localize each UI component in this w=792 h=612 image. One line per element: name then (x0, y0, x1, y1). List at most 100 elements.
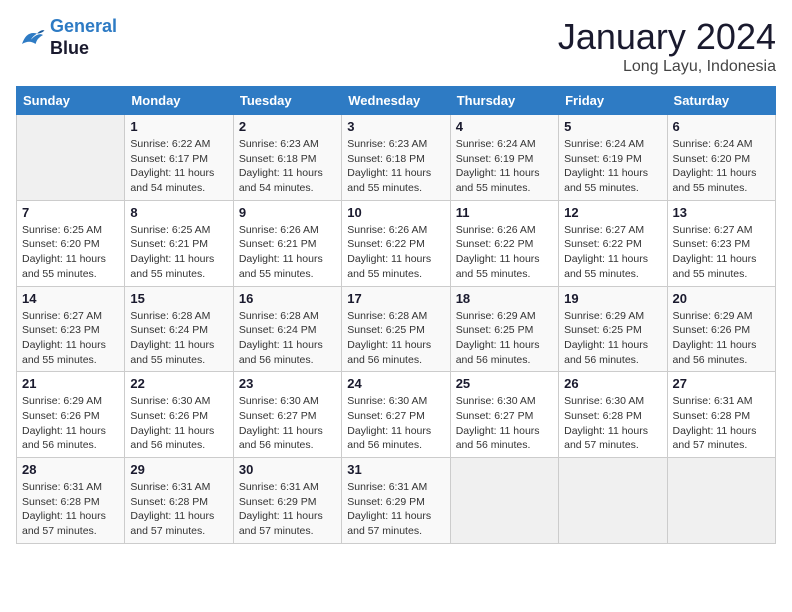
month-title: January 2024 (558, 16, 776, 58)
day-info: Sunrise: 6:30 AM Sunset: 6:28 PM Dayligh… (564, 394, 661, 453)
day-number: 8 (130, 205, 227, 220)
calendar-cell: 30Sunrise: 6:31 AM Sunset: 6:29 PM Dayli… (233, 458, 341, 544)
calendar-cell: 28 Sunrise: 6:31 AM Sunset: 6:28 PM Dayli… (17, 458, 125, 544)
calendar-cell: 11 Sunrise: 6:26 AM Sunset: 6:22 PM Dayli… (450, 200, 558, 286)
logo-line1: General (50, 16, 117, 36)
calendar-cell (667, 458, 775, 544)
day-number: 19 (564, 291, 661, 306)
day-info: Sunrise: 6:24 AM Sunset: 6:19 PM Dayligh… (456, 137, 553, 196)
logo-bird-icon (16, 23, 46, 53)
day-number: 13 (673, 205, 770, 220)
day-number: 28 (22, 462, 119, 477)
day-number: 22 (130, 376, 227, 391)
calendar-body: 1Sunrise: 6:22 AM Sunset: 6:17 PM Daylig… (17, 115, 776, 544)
calendar-cell: 4 Sunrise: 6:24 AM Sunset: 6:19 PM Daylig… (450, 115, 558, 201)
weekday-header: Sunday (17, 87, 125, 115)
day-info: Sunrise: 6:22 AM Sunset: 6:17 PM Dayligh… (130, 137, 227, 196)
day-info: Sunrise: 6:23 AM Sunset: 6:18 PM Dayligh… (347, 137, 444, 196)
calendar-cell: 22 Sunrise: 6:30 AM Sunset: 6:26 PM Dayli… (125, 372, 233, 458)
day-number: 24 (347, 376, 444, 391)
weekday-header: Wednesday (342, 87, 450, 115)
calendar-cell (17, 115, 125, 201)
calendar-cell: 19 Sunrise: 6:29 AM Sunset: 6:25 PM Dayli… (559, 286, 667, 372)
logo-text: General Blue (50, 16, 117, 59)
day-info: Sunrise: 6:31 AM Sunset: 6:28 PM Dayligh… (22, 480, 119, 539)
day-info: Sunrise: 6:31 AM Sunset: 6:28 PM Dayligh… (130, 480, 227, 539)
day-number: 18 (456, 291, 553, 306)
logo: General Blue (16, 16, 117, 59)
day-info: Sunrise: 6:27 AM Sunset: 6:23 PM Dayligh… (673, 223, 770, 282)
day-info: Sunrise: 6:30 AM Sunset: 6:27 PM Dayligh… (239, 394, 336, 453)
day-info: Sunrise: 6:23 AM Sunset: 6:18 PM Dayligh… (239, 137, 336, 196)
day-number: 23 (239, 376, 336, 391)
weekday-header: Saturday (667, 87, 775, 115)
day-info: Sunrise: 6:28 AM Sunset: 6:24 PM Dayligh… (130, 309, 227, 368)
calendar-header: SundayMondayTuesdayWednesdayThursdayFrid… (17, 87, 776, 115)
day-number: 20 (673, 291, 770, 306)
day-info: Sunrise: 6:28 AM Sunset: 6:25 PM Dayligh… (347, 309, 444, 368)
logo-line2: Blue (50, 38, 89, 58)
weekday-header: Thursday (450, 87, 558, 115)
calendar-cell: 3Sunrise: 6:23 AM Sunset: 6:18 PM Daylig… (342, 115, 450, 201)
day-info: Sunrise: 6:29 AM Sunset: 6:25 PM Dayligh… (456, 309, 553, 368)
calendar-cell (450, 458, 558, 544)
calendar-cell: 1Sunrise: 6:22 AM Sunset: 6:17 PM Daylig… (125, 115, 233, 201)
calendar-cell: 31 Sunrise: 6:31 AM Sunset: 6:29 PM Dayli… (342, 458, 450, 544)
calendar-cell: 21 Sunrise: 6:29 AM Sunset: 6:26 PM Dayli… (17, 372, 125, 458)
calendar-cell: 6 Sunrise: 6:24 AM Sunset: 6:20 PM Daylig… (667, 115, 775, 201)
calendar-cell: 25 Sunrise: 6:30 AM Sunset: 6:27 PM Dayli… (450, 372, 558, 458)
day-number: 5 (564, 119, 661, 134)
weekday-header: Tuesday (233, 87, 341, 115)
day-number: 12 (564, 205, 661, 220)
day-number: 25 (456, 376, 553, 391)
day-number: 16 (239, 291, 336, 306)
calendar-cell: 17 Sunrise: 6:28 AM Sunset: 6:25 PM Dayli… (342, 286, 450, 372)
day-info: Sunrise: 6:30 AM Sunset: 6:26 PM Dayligh… (130, 394, 227, 453)
calendar-week-row: 21 Sunrise: 6:29 AM Sunset: 6:26 PM Dayli… (17, 372, 776, 458)
day-info: Sunrise: 6:24 AM Sunset: 6:20 PM Dayligh… (673, 137, 770, 196)
calendar-week-row: 7Sunrise: 6:25 AM Sunset: 6:20 PM Daylig… (17, 200, 776, 286)
location-title: Long Layu, Indonesia (558, 58, 776, 76)
calendar-cell: 20 Sunrise: 6:29 AM Sunset: 6:26 PM Dayli… (667, 286, 775, 372)
calendar-cell: 15 Sunrise: 6:28 AM Sunset: 6:24 PM Dayli… (125, 286, 233, 372)
day-number: 29 (130, 462, 227, 477)
title-block: January 2024 Long Layu, Indonesia (558, 16, 776, 76)
day-info: Sunrise: 6:31 AM Sunset: 6:29 PM Dayligh… (347, 480, 444, 539)
day-number: 26 (564, 376, 661, 391)
day-info: Sunrise: 6:25 AM Sunset: 6:21 PM Dayligh… (130, 223, 227, 282)
calendar-cell: 27Sunrise: 6:31 AM Sunset: 6:28 PM Dayli… (667, 372, 775, 458)
calendar-table: SundayMondayTuesdayWednesdayThursdayFrid… (16, 86, 776, 544)
calendar-week-row: 1Sunrise: 6:22 AM Sunset: 6:17 PM Daylig… (17, 115, 776, 201)
calendar-cell: 7Sunrise: 6:25 AM Sunset: 6:20 PM Daylig… (17, 200, 125, 286)
day-number: 21 (22, 376, 119, 391)
day-info: Sunrise: 6:29 AM Sunset: 6:26 PM Dayligh… (673, 309, 770, 368)
day-info: Sunrise: 6:28 AM Sunset: 6:24 PM Dayligh… (239, 309, 336, 368)
calendar-cell: 23 Sunrise: 6:30 AM Sunset: 6:27 PM Dayli… (233, 372, 341, 458)
page-header: General Blue January 2024 Long Layu, Ind… (16, 16, 776, 76)
day-number: 17 (347, 291, 444, 306)
calendar-cell: 9Sunrise: 6:26 AM Sunset: 6:21 PM Daylig… (233, 200, 341, 286)
weekday-header: Friday (559, 87, 667, 115)
calendar-cell: 16 Sunrise: 6:28 AM Sunset: 6:24 PM Dayli… (233, 286, 341, 372)
day-info: Sunrise: 6:31 AM Sunset: 6:28 PM Dayligh… (673, 394, 770, 453)
day-info: Sunrise: 6:29 AM Sunset: 6:26 PM Dayligh… (22, 394, 119, 453)
day-info: Sunrise: 6:30 AM Sunset: 6:27 PM Dayligh… (347, 394, 444, 453)
day-number: 6 (673, 119, 770, 134)
calendar-cell: 29 Sunrise: 6:31 AM Sunset: 6:28 PM Dayli… (125, 458, 233, 544)
day-number: 15 (130, 291, 227, 306)
day-number: 10 (347, 205, 444, 220)
calendar-cell: 13 Sunrise: 6:27 AM Sunset: 6:23 PM Dayli… (667, 200, 775, 286)
calendar-cell: 24 Sunrise: 6:30 AM Sunset: 6:27 PM Dayli… (342, 372, 450, 458)
weekday-row: SundayMondayTuesdayWednesdayThursdayFrid… (17, 87, 776, 115)
day-info: Sunrise: 6:29 AM Sunset: 6:25 PM Dayligh… (564, 309, 661, 368)
day-number: 4 (456, 119, 553, 134)
calendar-cell: 26 Sunrise: 6:30 AM Sunset: 6:28 PM Dayli… (559, 372, 667, 458)
day-number: 31 (347, 462, 444, 477)
calendar-week-row: 14Sunrise: 6:27 AM Sunset: 6:23 PM Dayli… (17, 286, 776, 372)
calendar-cell: 18 Sunrise: 6:29 AM Sunset: 6:25 PM Dayli… (450, 286, 558, 372)
day-info: Sunrise: 6:26 AM Sunset: 6:22 PM Dayligh… (347, 223, 444, 282)
day-info: Sunrise: 6:30 AM Sunset: 6:27 PM Dayligh… (456, 394, 553, 453)
calendar-cell: 8 Sunrise: 6:25 AM Sunset: 6:21 PM Daylig… (125, 200, 233, 286)
day-number: 11 (456, 205, 553, 220)
day-info: Sunrise: 6:26 AM Sunset: 6:22 PM Dayligh… (456, 223, 553, 282)
